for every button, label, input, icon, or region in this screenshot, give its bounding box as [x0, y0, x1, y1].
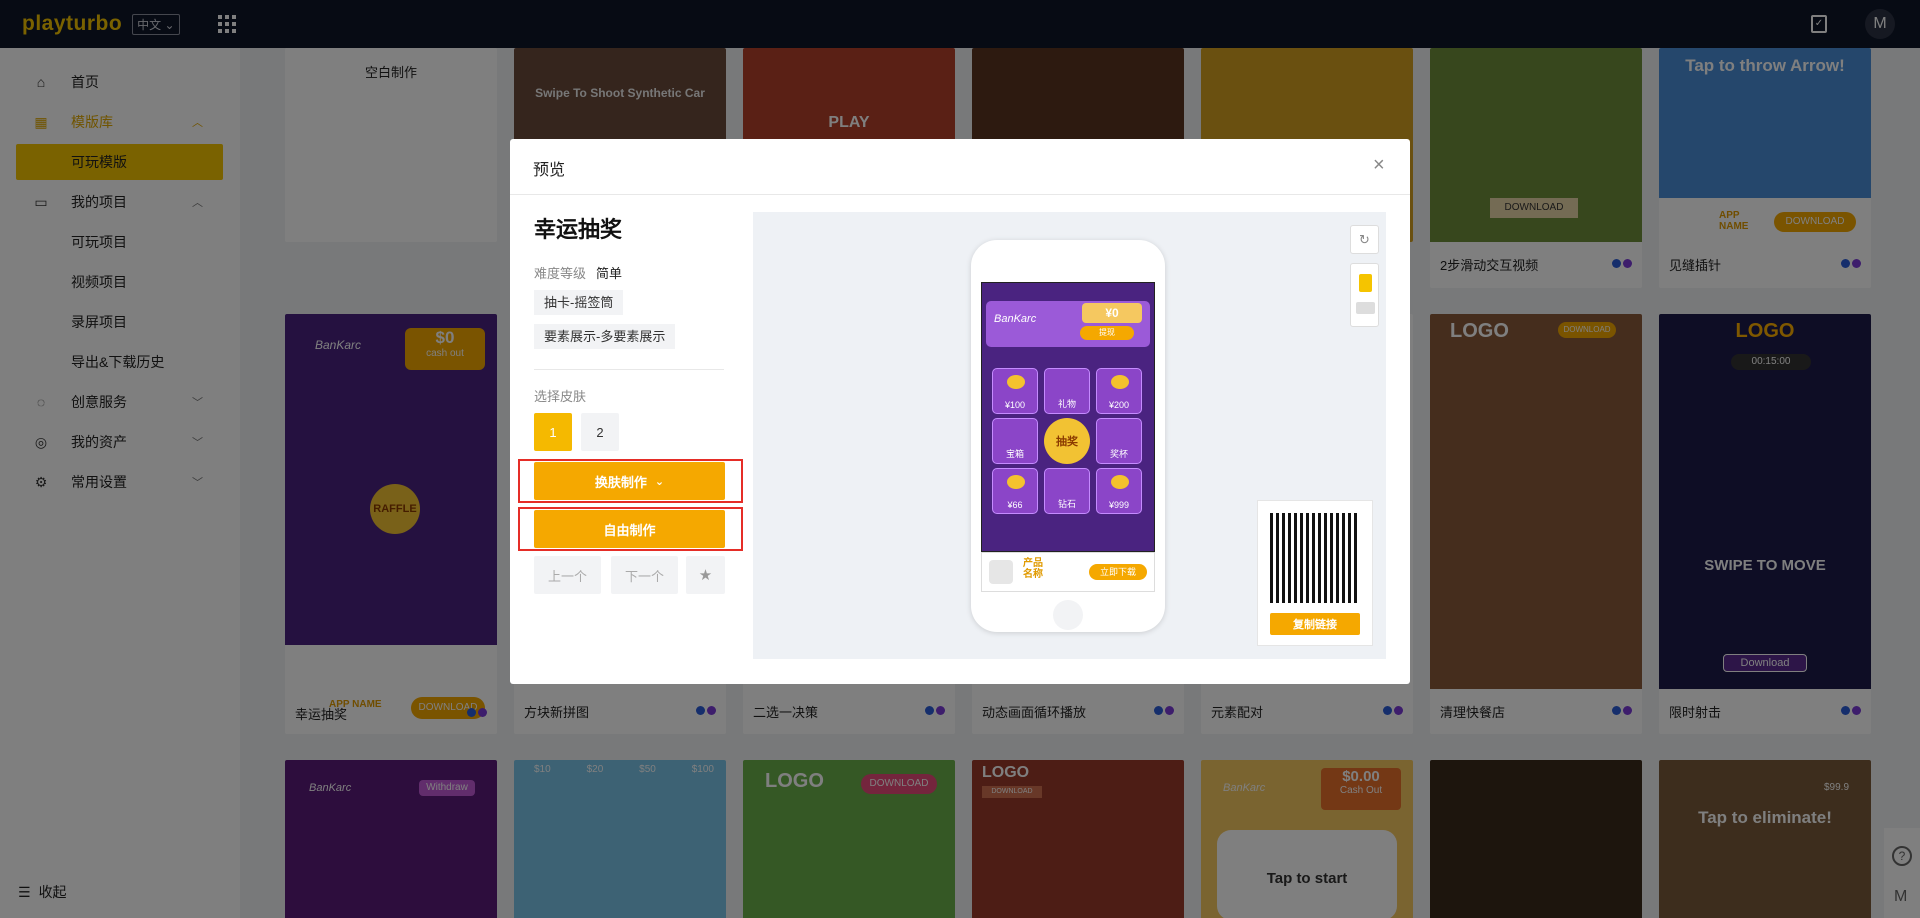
modal-title: 预览 — [533, 162, 566, 179]
preview-modal: 预览 × 幸运抽奖 难度等级 简单 抽卡-摇签筒 要素展示-多要素展示 选择皮肤 … — [510, 139, 1410, 684]
tag: 抽卡-摇签筒 — [534, 290, 624, 315]
template-name: 幸运抽奖 — [534, 217, 623, 242]
skin-option-1[interactable]: 1 — [534, 413, 572, 451]
difficulty-value: 简单 — [596, 266, 623, 281]
divider — [534, 369, 724, 370]
next-button[interactable]: 下一个 — [611, 556, 678, 594]
copy-link-button[interactable]: 复制链接 — [1270, 613, 1360, 635]
prev-button[interactable]: 上一个 — [534, 556, 601, 594]
qr-code — [1270, 513, 1360, 603]
difficulty-row: 难度等级 简单 — [534, 266, 623, 281]
chevron-down-icon: ⌄ — [654, 475, 665, 488]
qr-panel: 复制链接 — [1257, 500, 1373, 646]
app-icon — [989, 560, 1013, 584]
orientation-switch[interactable] — [1350, 263, 1379, 327]
home-button — [1053, 600, 1083, 630]
preview-area: BanKarc ¥0 提现 ¥100 礼物 ¥200 宝箱 抽奖 奖杯 ¥66 … — [753, 212, 1386, 659]
star-icon[interactable]: ★ — [686, 556, 725, 594]
free-create-button[interactable]: 自由制作 — [534, 510, 725, 548]
replay-icon[interactable]: ↻ — [1350, 225, 1379, 254]
skin-label: 选择皮肤 — [534, 389, 587, 404]
close-icon[interactable]: × — [1373, 154, 1385, 177]
tag: 要素展示-多要素展示 — [534, 324, 676, 349]
skin-option-2[interactable]: 2 — [581, 413, 619, 451]
portrait-icon[interactable] — [1359, 274, 1372, 292]
modal-header: 预览 × — [510, 139, 1410, 195]
playable-preview[interactable]: BanKarc ¥0 提现 ¥100 礼物 ¥200 宝箱 抽奖 奖杯 ¥66 … — [981, 282, 1155, 552]
phone-frame: BanKarc ¥0 提现 ¥100 礼物 ¥200 宝箱 抽奖 奖杯 ¥66 … — [971, 240, 1165, 632]
landscape-icon[interactable] — [1356, 302, 1375, 314]
swap-skin-button[interactable]: 换肤制作 ⌄ — [534, 462, 725, 500]
